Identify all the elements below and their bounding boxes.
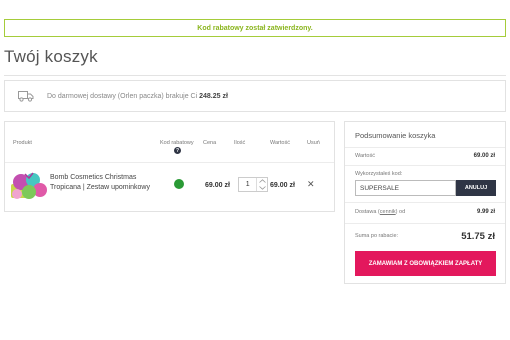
value-amount: 69.00 zł	[473, 153, 495, 159]
quantity-stepper[interactable]: 1	[238, 177, 268, 192]
order-summary: Podsumowanie koszyka Wartość 69.00 zł Wy…	[344, 121, 506, 284]
page-title: Twój koszyk	[4, 47, 98, 66]
success-alert: Kod rabatowy został zatwierdzony.	[4, 19, 506, 37]
after-discount-total: 51.75 zł	[461, 231, 495, 242]
discount-code-row: ANULUJ	[355, 180, 496, 196]
truck-icon	[18, 91, 34, 102]
header-product: Produkt	[13, 140, 32, 146]
product-price: 69.00 zł	[205, 182, 230, 189]
discount-code-input[interactable]	[355, 180, 456, 196]
divider	[345, 223, 505, 224]
divider	[345, 147, 505, 148]
divider	[345, 202, 505, 203]
shipping-amount: 248.25 zł	[199, 92, 228, 100]
chevron-up-icon[interactable]	[258, 179, 266, 184]
quantity-value[interactable]: 1	[239, 181, 256, 188]
cancel-code-button[interactable]: ANULUJ	[456, 180, 496, 196]
code-label: Wykorzystałeś kod:	[355, 171, 403, 177]
price-list-link[interactable]: cennik	[380, 209, 396, 215]
header-price: Cena	[203, 140, 217, 146]
discount-applied-indicator	[174, 179, 184, 189]
delivery-label: Dostawa (cennik) od	[355, 209, 406, 215]
header-discount-code: Kod rabatowy	[160, 140, 194, 146]
help-icon[interactable]: ?	[174, 147, 181, 154]
divider	[345, 165, 505, 166]
value-label: Wartość	[355, 153, 375, 159]
delivery-amount: 9.99 zł	[476, 209, 495, 215]
shipping-text: Do darmowej dostawy (Orlen paczka) braku…	[47, 92, 228, 100]
close-icon[interactable]: ✕	[307, 180, 315, 189]
cart-table: Produkt Kod rabatowy ? Cena Ilość Wartoś…	[4, 121, 335, 212]
divider	[4, 75, 506, 76]
header-value: Wartość	[270, 140, 290, 146]
summary-title: Podsumowanie koszyka	[355, 131, 436, 140]
header-quantity: Ilość	[234, 140, 246, 146]
chevron-down-icon[interactable]	[258, 185, 266, 190]
product-value: 69.00 zł	[270, 182, 295, 189]
alert-message: Kod rabatowy został zatwierdzony.	[197, 24, 313, 32]
place-order-button[interactable]: ZAMAWIAM Z OBOWIĄZKIEM ZAPŁATY	[355, 251, 496, 276]
header-remove: Usuń	[307, 140, 320, 146]
product-image[interactable]	[9, 170, 49, 204]
quantity-arrows	[256, 178, 267, 191]
product-name[interactable]: Bomb Cosmetics Christmas Tropicana | Zes…	[50, 173, 155, 192]
after-discount-label: Suma po rabacie:	[355, 233, 399, 239]
free-shipping-banner: Do darmowej dostawy (Orlen paczka) braku…	[4, 80, 506, 112]
divider	[5, 162, 334, 163]
